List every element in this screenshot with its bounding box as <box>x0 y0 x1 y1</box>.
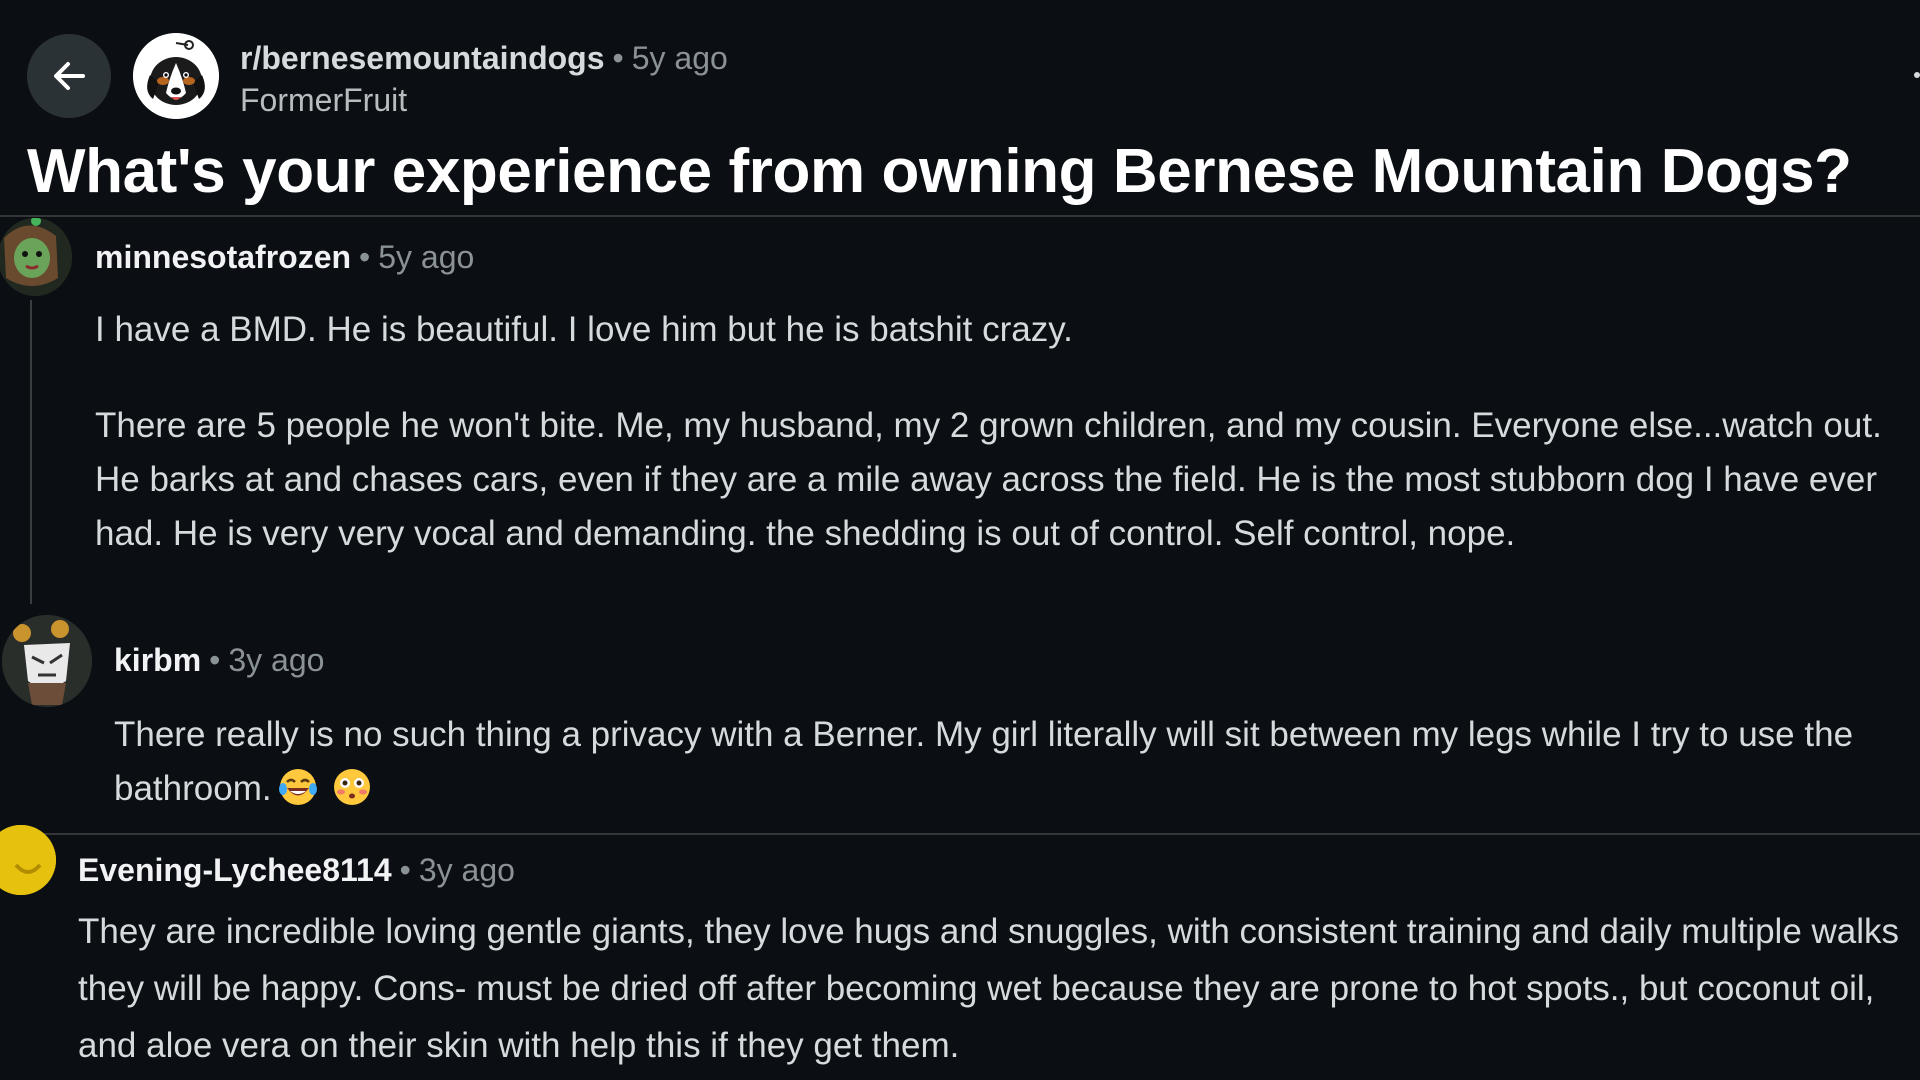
avatar-icon <box>0 825 56 895</box>
avatar-icon <box>0 218 72 296</box>
comment-age: 3y ago <box>228 642 325 678</box>
comment-username[interactable]: kirbm <box>114 642 201 678</box>
comment-meta: Evening-Lychee8114 • 3y ago <box>78 850 515 890</box>
separator-dot: • <box>359 239 371 275</box>
subreddit-avatar[interactable] <box>133 33 219 119</box>
separator-dot: • <box>399 852 411 888</box>
post-header: r/bernesemountaindogs • 5y ago FormerFruit… <box>0 0 1920 215</box>
thread-line[interactable] <box>30 300 32 604</box>
post-title: What's your experience from owning Berne… <box>27 137 1852 206</box>
comment-paragraph: I have a BMD. He is beautiful. I love hi… <box>95 310 1073 349</box>
comment-paragraph: There really is no such thing a privacy … <box>114 708 1920 816</box>
user-avatar[interactable] <box>2 615 92 707</box>
title-divider <box>0 215 1920 217</box>
laughing-tears-emoji-icon <box>278 769 317 805</box>
post-age: 5y ago <box>631 40 728 76</box>
bernese-dog-icon <box>133 33 219 119</box>
comment: minnesotafrozen • 5y ago I have a BMD. He … <box>0 218 1920 604</box>
comment-username[interactable]: minnesotafrozen <box>95 239 351 275</box>
separator-dot: • <box>209 642 221 678</box>
arrow-left-icon <box>54 62 85 90</box>
comment-paragraph: They are incredible loving gentle giants… <box>78 912 1900 1065</box>
comment: kirbm • 3y ago There really is no such thi… <box>0 615 1920 835</box>
comment-paragraph: There are 5 people he won't bite. Me, my… <box>95 406 1882 553</box>
avatar-icon <box>2 615 92 707</box>
flushed-face-emoji-icon <box>333 769 370 805</box>
back-button[interactable] <box>27 34 111 118</box>
comment-age: 5y ago <box>378 239 475 275</box>
user-avatar[interactable] <box>0 218 72 296</box>
user-avatar[interactable] <box>0 825 56 895</box>
comment-text: There really is no such thing a privacy … <box>114 715 1854 808</box>
comment: Evening-Lychee8114 • 3y ago They are incre… <box>0 825 1920 1080</box>
comment-age: 3y ago <box>418 852 515 888</box>
separator-dot: • <box>612 40 624 76</box>
post-meta: r/bernesemountaindogs • 5y ago <box>240 38 728 78</box>
comment-body: They are incredible loving gentle giants… <box>78 903 1920 1074</box>
comment-meta: kirbm • 3y ago <box>114 640 324 680</box>
post-author[interactable]: FormerFruit <box>240 80 407 120</box>
overflow-menu-icon[interactable] <box>1914 72 1920 78</box>
comment-meta: minnesotafrozen • 5y ago <box>95 237 474 277</box>
comment-body: I have a BMD. He is beautiful. I love hi… <box>95 303 1920 561</box>
subreddit-link[interactable]: r/bernesemountaindogs <box>240 40 605 76</box>
comment-body: There really is no such thing a privacy … <box>114 708 1920 816</box>
comment-username[interactable]: Evening-Lychee8114 <box>78 852 392 888</box>
